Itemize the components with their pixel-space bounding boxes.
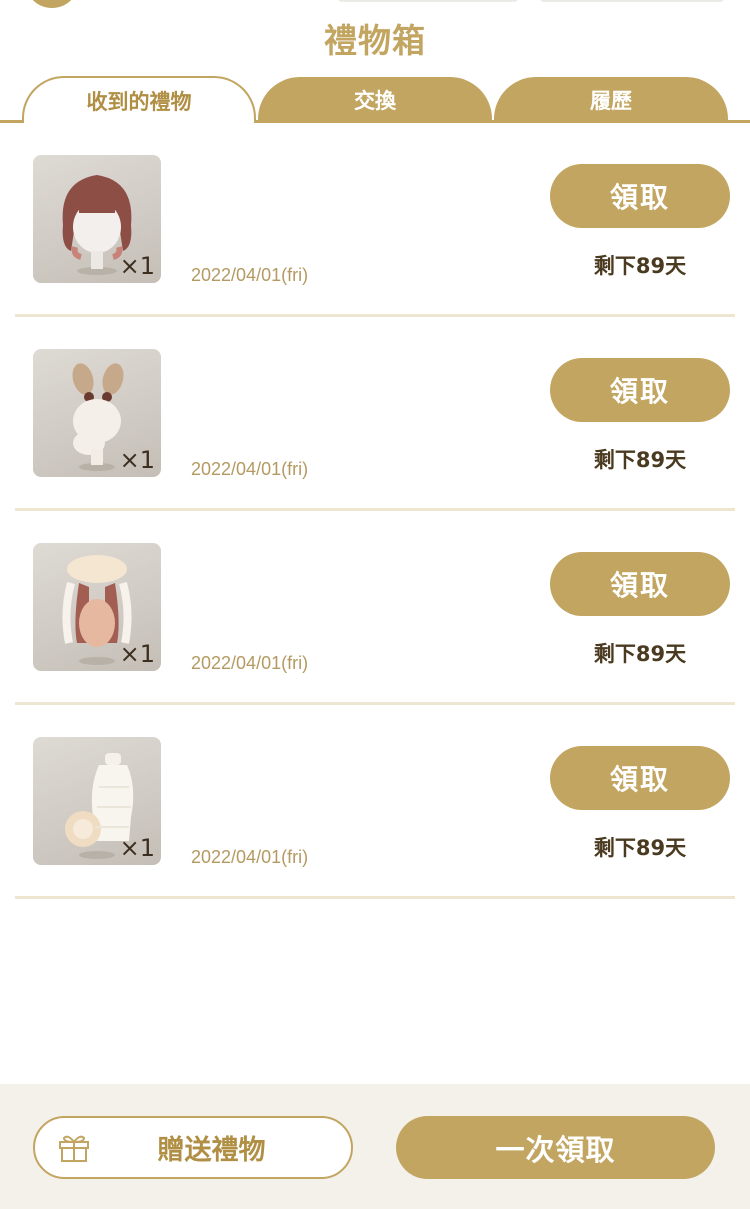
claim-button[interactable]: 領取 [550,358,730,422]
quantity-label: ×1 [119,252,155,280]
claim-button[interactable]: 領取 [550,746,730,810]
send-gift-button[interactable]: 贈送禮物 [33,1116,353,1179]
top-pill-right [540,0,724,2]
footer-bar: 贈送禮物 一次領取 [0,1084,750,1209]
gift-thumbnail: ×1 [33,737,161,865]
remaining-days: 剩下89天 [593,254,687,278]
gift-date: 2022/04/01(fri) [191,653,309,673]
gift-date: 2022/04/01(fri) [191,847,309,867]
gift-list: ×1 2022/04/01(fri) 領取 剩下89天 ×1 2022/04/0… [0,123,750,899]
page-title: 禮物箱 [324,21,426,60]
gift-item: ×1 2022/04/01(fri) 領取 剩下89天 [0,317,750,511]
item-divider [15,896,735,899]
remaining-days: 剩下89天 [593,836,687,860]
tab-received-gifts[interactable]: 收到的禮物 [22,76,256,123]
gift-thumbnail: ×1 [33,155,161,283]
gift-item: ×1 2022/04/01(fri) 領取 剩下89天 [0,123,750,317]
gift-thumbnail: ×1 [33,543,161,671]
gift-item: ×1 2022/04/01(fri) 領取 剩下89天 [0,705,750,899]
gift-item: ×1 2022/04/01(fri) 領取 剩下89天 [0,511,750,705]
remaining-days: 剩下89天 [593,448,687,472]
top-partial-bar [0,0,750,14]
gift-thumbnail: ×1 [33,349,161,477]
send-gift-label: 贈送禮物 [157,1135,266,1166]
quantity-label: ×1 [119,640,155,668]
claim-all-button[interactable]: 一次領取 [396,1116,715,1179]
gift-date: 2022/04/01(fri) [191,265,309,285]
claim-button[interactable]: 領取 [550,164,730,228]
tab-bar: 收到的禮物 交換 履歷 [0,76,750,123]
claim-button[interactable]: 領取 [550,552,730,616]
tab-exchange[interactable]: 交換 [258,77,492,123]
remaining-days: 剩下89天 [593,642,687,666]
back-button[interactable] [25,0,79,8]
quantity-label: ×1 [119,446,155,474]
tab-history[interactable]: 履歷 [494,77,728,123]
gift-date: 2022/04/01(fri) [191,459,309,479]
top-pill-left [338,0,518,2]
quantity-label: ×1 [119,834,155,862]
